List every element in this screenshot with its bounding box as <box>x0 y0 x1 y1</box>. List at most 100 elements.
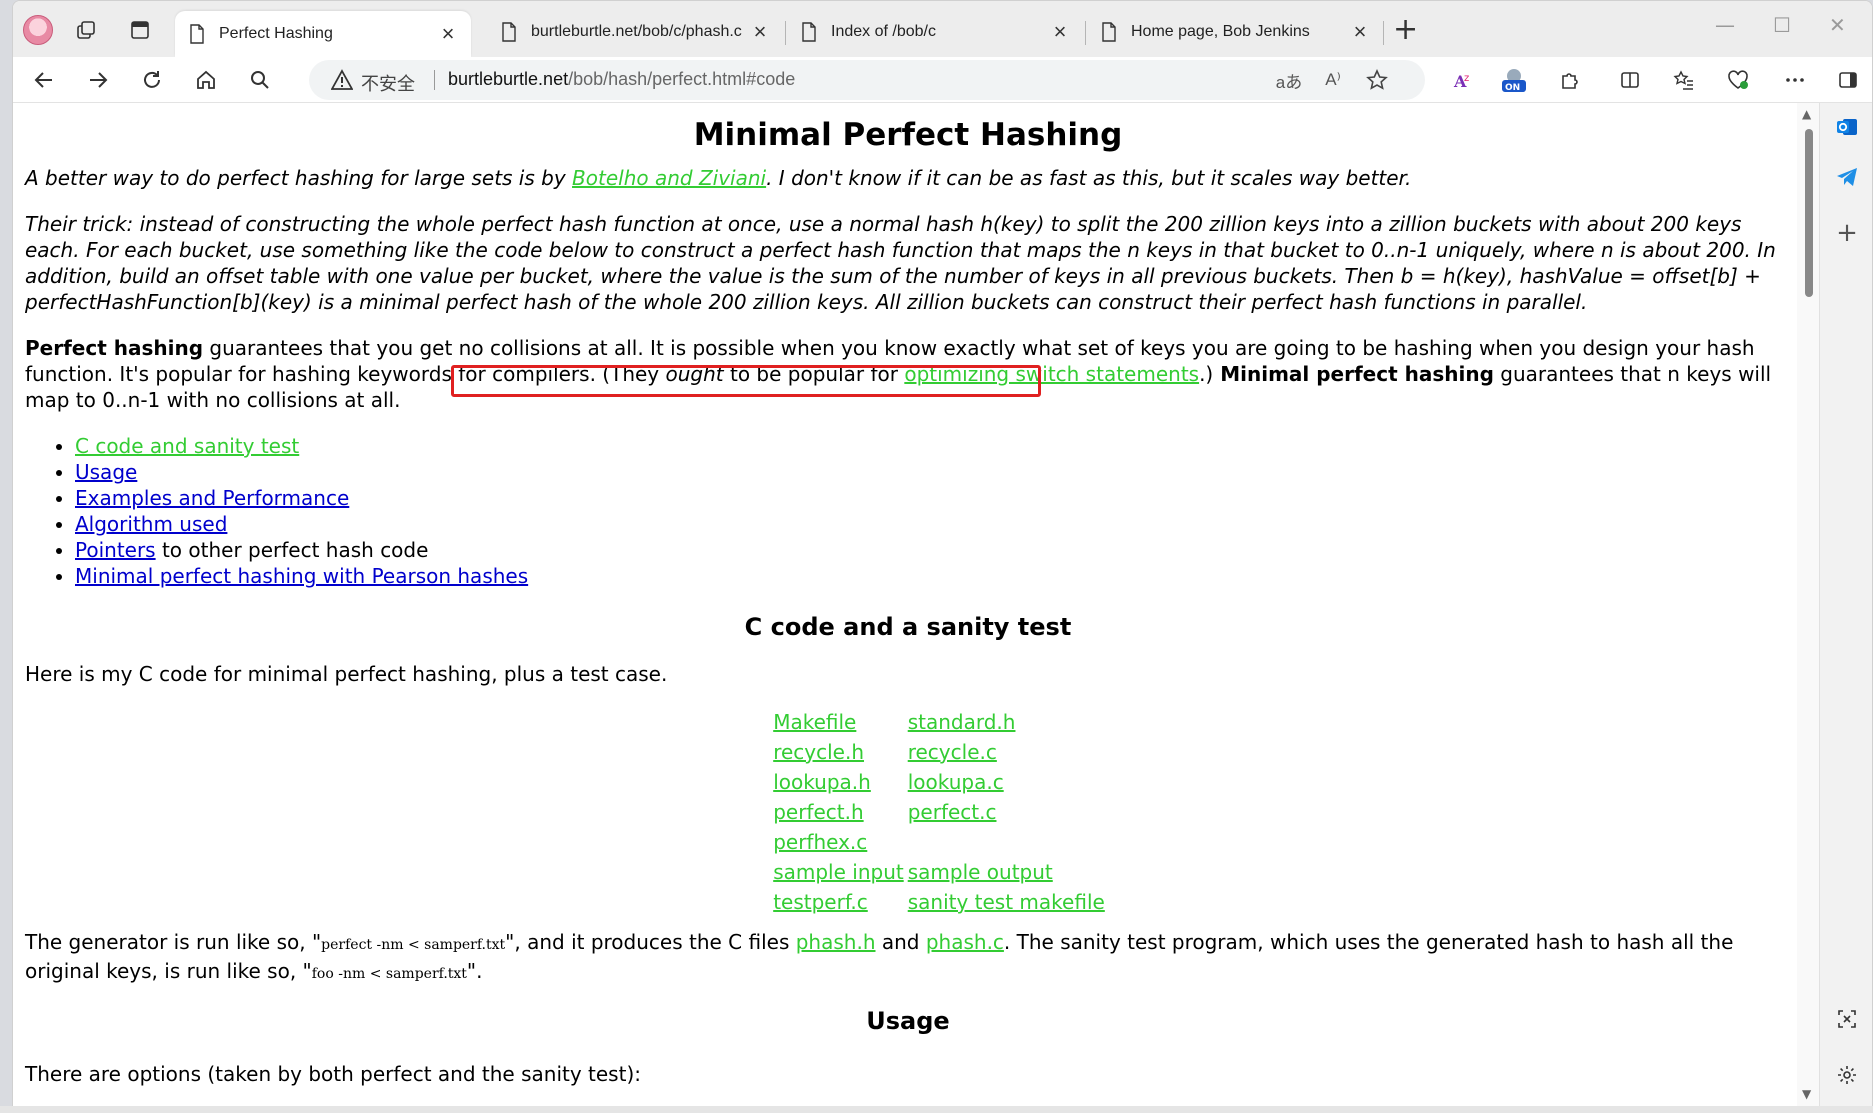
close-icon[interactable]: × <box>437 23 459 45</box>
workspaces-icon[interactable] <box>71 15 101 45</box>
tab-separator <box>785 21 786 45</box>
url-host: burtleburtle.net <box>448 69 569 89</box>
close-window-icon[interactable]: ✕ <box>1829 13 1846 37</box>
warning-icon[interactable] <box>331 69 353 91</box>
generator-text: The generator is run like so, " <box>25 930 322 954</box>
tab-title: Index of /bob/c <box>831 23 936 40</box>
translate-icon[interactable]: aあ <box>1275 66 1303 94</box>
code-intro: Here is my C code for minimal perfect ha… <box>25 662 668 686</box>
forward-icon[interactable] <box>81 63 115 97</box>
minimal-perfect-hashing-term: Minimal perfect hashing <box>1213 362 1494 386</box>
browser-essentials-icon[interactable] <box>1721 63 1755 97</box>
toc-link-algorithm[interactable]: Algorithm used <box>75 512 227 536</box>
browser-window: Perfect Hashing × burtleburtle.net/bob/c… <box>12 0 1873 1110</box>
toc-link-pointers[interactable]: Pointers <box>75 538 156 562</box>
page-viewport: Minimal Perfect Hashing A better way to … <box>13 103 1797 1107</box>
file-link[interactable]: lookupa.h <box>773 770 871 794</box>
file-link[interactable]: recycle.h <box>773 740 864 764</box>
page-icon <box>802 22 816 42</box>
scroll-down-icon[interactable]: ▼ <box>1802 1087 1811 1101</box>
botelho-ziviani-link[interactable]: Botelho and Ziviani <box>572 166 766 190</box>
file-link[interactable]: lookupa.c <box>908 770 1004 794</box>
page-content: Minimal Perfect Hashing A better way to … <box>25 103 1791 1087</box>
screenshot-icon[interactable] <box>1833 1005 1861 1033</box>
tab-home-page[interactable]: Home page, Bob Jenkins × <box>1087 11 1383 53</box>
toc-item: Algorithm used <box>75 511 1791 537</box>
close-icon[interactable]: × <box>1349 21 1371 43</box>
sidebar-toggle-icon[interactable] <box>1831 63 1865 97</box>
split-screen-icon[interactable] <box>1613 63 1647 97</box>
address-separator <box>434 70 435 90</box>
read-aloud-icon[interactable]: A⁾ <box>1319 66 1347 94</box>
extensions-puzzle-icon[interactable] <box>1553 63 1587 97</box>
tab-separator <box>1085 21 1086 45</box>
file-link[interactable]: sample output <box>908 860 1053 884</box>
extension-a-icon[interactable]: Az <box>1445 63 1479 97</box>
file-link[interactable]: perfect.c <box>908 800 997 824</box>
phash-h-link[interactable]: phash.h <box>796 930 876 954</box>
toc-item: Minimal perfect hashing with Pearson has… <box>75 563 1791 589</box>
highlight-annotation-box <box>451 365 1041 397</box>
telegram-icon[interactable] <box>1833 163 1861 191</box>
settings-gear-icon[interactable] <box>1833 1061 1861 1089</box>
file-link[interactable]: sanity test makefile <box>908 890 1105 914</box>
generator-text: ". <box>466 959 483 983</box>
file-link[interactable]: testperf.c <box>773 890 868 914</box>
url-path: /bob/hash/perfect.html#code <box>568 69 796 89</box>
home-icon[interactable] <box>189 63 223 97</box>
back-icon[interactable] <box>27 63 61 97</box>
favorites-icon[interactable] <box>1667 63 1701 97</box>
extension-on-icon[interactable]: ON <box>1497 63 1531 97</box>
toc-item: Usage <box>75 459 1791 485</box>
file-link[interactable]: perfect.h <box>773 800 863 824</box>
section-usage-title: Usage <box>866 1007 950 1035</box>
toc-link-usage[interactable]: Usage <box>75 460 137 484</box>
tab-title: Home page, Bob Jenkins <box>1131 23 1310 40</box>
toc-item: C code and sanity test <box>75 433 1791 459</box>
vertical-tabs-icon[interactable] <box>125 15 155 45</box>
not-secure-label[interactable]: 不安全 <box>361 70 415 96</box>
refresh-icon[interactable] <box>135 63 169 97</box>
url-text[interactable]: burtleburtle.net/bob/hash/perfect.html#c… <box>448 69 795 90</box>
page-icon <box>502 22 516 42</box>
file-link[interactable]: perfhex.c <box>773 830 867 854</box>
maximize-icon[interactable]: ☐ <box>1773 13 1791 37</box>
usage-intro: There are options (taken by both perfect… <box>25 1062 641 1086</box>
page-icon <box>1102 22 1116 42</box>
toc-link-c-code[interactable]: C code and sanity test <box>75 434 299 458</box>
toc-item: Pointers to other perfect hash code <box>75 537 1791 563</box>
toc-link-pearson[interactable]: Minimal perfect hashing with Pearson has… <box>75 564 528 588</box>
search-icon[interactable] <box>243 63 277 97</box>
close-icon[interactable]: × <box>1049 21 1071 43</box>
toc-link-examples[interactable]: Examples and Performance <box>75 486 349 510</box>
intro-text: A better way to do perfect hashing for l… <box>25 166 573 190</box>
address-bar[interactable]: 不安全 burtleburtle.net/bob/hash/perfect.ht… <box>309 60 1425 100</box>
desktop-background-strip <box>0 1106 1873 1113</box>
more-options-icon[interactable] <box>1778 63 1812 97</box>
page-title: Minimal Perfect Hashing <box>693 117 1123 153</box>
intro-paragraph: A better way to do perfect hashing for l… <box>25 165 1791 191</box>
phash-c-link[interactable]: phash.c <box>926 930 1004 954</box>
trick-paragraph: Their trick: instead of constructing the… <box>25 212 1776 314</box>
close-icon[interactable]: × <box>749 21 771 43</box>
generator-text: ", and it produces the C files <box>505 930 796 954</box>
on-badge: ON <box>1505 83 1520 93</box>
outlook-icon[interactable] <box>1833 113 1861 141</box>
file-link[interactable]: Makefile <box>773 710 856 734</box>
tab-perfect-hashing[interactable]: Perfect Hashing × <box>175 11 471 57</box>
tab-strip: Perfect Hashing × burtleburtle.net/bob/c… <box>13 1 1872 57</box>
profile-avatar[interactable] <box>23 15 53 45</box>
tab-phash-c[interactable]: burtleburtle.net/bob/c/phash.c × <box>487 11 783 53</box>
minimize-icon[interactable]: — <box>1715 13 1735 37</box>
favorite-star-icon[interactable] <box>1363 66 1391 94</box>
scroll-up-icon[interactable]: ▲ <box>1802 107 1811 121</box>
add-sidebar-app-icon[interactable]: + <box>1833 218 1861 248</box>
tab-index-bob-c[interactable]: Index of /bob/c × <box>787 11 1083 53</box>
page-scrollbar[interactable]: ▲ ▼ <box>1797 103 1819 1107</box>
scroll-thumb[interactable] <box>1805 129 1813 297</box>
file-link[interactable]: recycle.c <box>908 740 997 764</box>
file-link[interactable]: sample input <box>773 860 904 884</box>
new-tab-button[interactable]: + <box>1393 15 1418 45</box>
file-link[interactable]: standard.h <box>908 710 1016 734</box>
table-of-contents: C code and sanity test Usage Examples an… <box>25 433 1791 589</box>
